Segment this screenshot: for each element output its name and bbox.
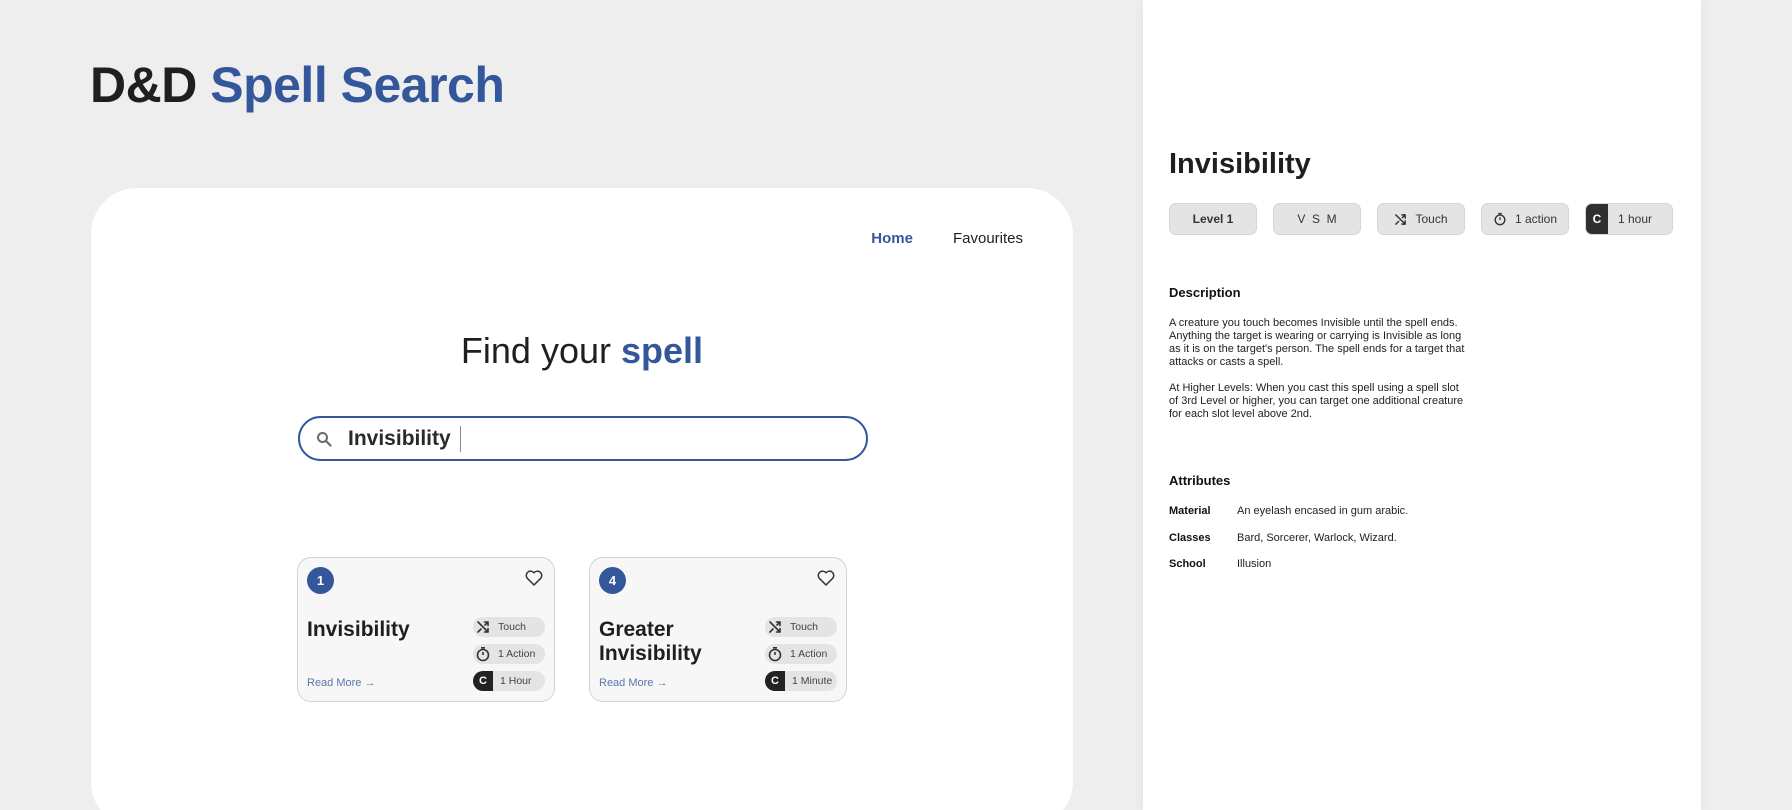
- search-panel: Home Favourites Find your spell Invisibi…: [91, 188, 1073, 810]
- attribute-row: Material An eyelash encased in gum arabi…: [1169, 505, 1408, 532]
- search-input[interactable]: Invisibility: [298, 416, 868, 461]
- attribute-key: School: [1169, 558, 1206, 570]
- hero-highlight: spell: [621, 330, 704, 371]
- detail-tags: Level 1 V S M Touch 1 action C 1 hour: [1169, 203, 1673, 235]
- search-icon: [314, 429, 334, 449]
- read-more-link[interactable]: Read More →: [599, 677, 667, 689]
- detail-components-tag: V S M: [1273, 203, 1361, 235]
- read-more-link[interactable]: Read More →: [307, 677, 375, 689]
- description-heading: Description: [1169, 285, 1241, 300]
- higher-levels-paragraph: At Higher Levels: When you cast this spe…: [1169, 382, 1464, 420]
- stopwatch-icon: [765, 644, 785, 664]
- detail-casting-time-label: 1 action: [1514, 212, 1558, 226]
- spell-tags: Touch 1 Action C 1 Minute: [765, 617, 837, 691]
- range-pill: Touch: [765, 617, 837, 637]
- attributes-heading: Attributes: [1169, 473, 1231, 488]
- stopwatch-icon: [473, 644, 493, 664]
- description-text: A creature you touch becomes Invisible u…: [1169, 317, 1469, 434]
- concentration-icon: C: [1586, 204, 1608, 234]
- range-arrows-icon: [1394, 213, 1407, 226]
- detail-title: Invisibility: [1169, 148, 1311, 180]
- duration-label: 1 Hour: [500, 675, 532, 687]
- casting-time-label: 1 Action: [498, 648, 536, 660]
- attribute-row: School Illusion: [1169, 558, 1408, 585]
- duration-pill: C 1 Minute: [765, 671, 837, 691]
- detail-range-label: Touch: [1415, 212, 1448, 226]
- range-pill: Touch: [473, 617, 545, 637]
- range-label: Touch: [498, 621, 527, 633]
- attributes-list: Material An eyelash encased in gum arabi…: [1169, 505, 1408, 585]
- spell-detail-panel: Invisibility Level 1 V S M Touch 1 actio…: [1143, 0, 1701, 810]
- detail-duration-tag: C 1 hour: [1585, 203, 1673, 235]
- detail-casting-time-tag: 1 action: [1481, 203, 1569, 235]
- range-arrows-icon: [765, 617, 785, 637]
- range-arrows-icon: [473, 617, 493, 637]
- top-nav: Home Favourites: [871, 230, 1023, 247]
- favourite-heart-icon[interactable]: [816, 568, 836, 588]
- duration-label: 1 Minute: [792, 675, 833, 687]
- attribute-key: Classes: [1169, 531, 1211, 544]
- detail-level-tag: Level 1: [1169, 203, 1257, 235]
- app-title-highlight: Spell Search: [210, 57, 505, 113]
- casting-time-pill: 1 Action: [473, 644, 545, 664]
- favourite-heart-icon[interactable]: [524, 568, 544, 588]
- spell-card[interactable]: 4 Greater Invisibility Read More → Touch…: [589, 557, 847, 702]
- spell-name: Greater Invisibility: [599, 618, 702, 665]
- attribute-row: Classes Bard, Sorcerer, Warlock, Wizard.: [1169, 532, 1408, 559]
- casting-time-pill: 1 Action: [765, 644, 837, 664]
- spell-name: Invisibility: [307, 618, 410, 641]
- nav-favourites-link[interactable]: Favourites: [953, 230, 1023, 247]
- spell-level-badge: 4: [599, 567, 626, 594]
- concentration-icon: C: [473, 671, 493, 691]
- detail-range-tag: Touch: [1377, 203, 1465, 235]
- hero-heading: Find your spell: [91, 330, 1073, 372]
- spell-tags: Touch 1 Action C 1 Hour: [473, 617, 545, 691]
- duration-pill: C 1 Hour: [473, 671, 545, 691]
- stopwatch-icon: [1493, 212, 1507, 226]
- casting-time-label: 1 Action: [790, 648, 828, 660]
- spell-card[interactable]: 1 Invisibility Read More → Touch 1 Actio…: [297, 557, 555, 702]
- text-caret: [459, 425, 462, 452]
- attribute-value: An eyelash encased in gum arabic.: [1237, 505, 1409, 517]
- range-label: Touch: [790, 621, 819, 633]
- attribute-key: Material: [1169, 505, 1211, 517]
- concentration-icon: C: [765, 671, 785, 691]
- nav-home-link[interactable]: Home: [871, 230, 913, 247]
- app-title: D&D Spell Search: [90, 57, 505, 113]
- attribute-value: Illusion: [1237, 558, 1272, 570]
- search-value: Invisibility: [348, 426, 451, 450]
- detail-duration-label: 1 hour: [1618, 212, 1653, 226]
- spell-level-badge: 1: [307, 567, 334, 594]
- hero-text: Find your: [460, 330, 611, 371]
- attribute-value: Bard, Sorcerer, Warlock, Wizard.: [1237, 531, 1397, 544]
- app-title-prefix: D&D: [90, 57, 197, 113]
- description-paragraph: A creature you touch becomes Invisible u…: [1169, 317, 1465, 368]
